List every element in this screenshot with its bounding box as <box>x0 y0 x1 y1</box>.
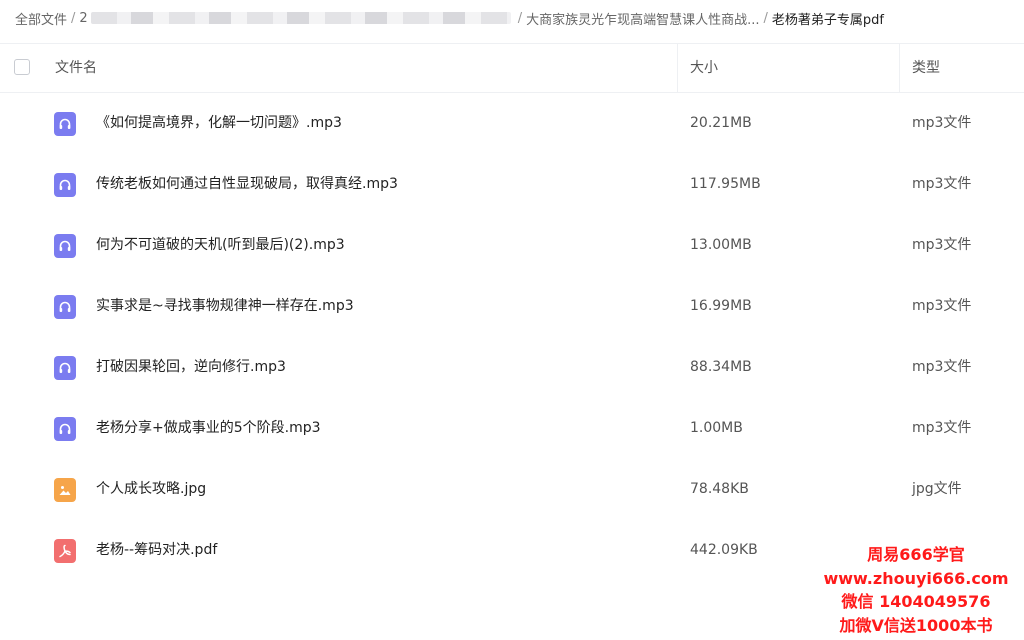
audio-file-icon <box>54 112 76 136</box>
file-type: mp3文件 <box>912 298 972 314</box>
image-file-icon <box>54 478 76 502</box>
audio-file-icon <box>54 173 76 197</box>
file-name[interactable]: 老杨分享+做成事业的5个阶段.mp3 <box>96 398 321 459</box>
file-table-header: 文件名 大小 类型 <box>0 43 1024 93</box>
file-row[interactable]: 传统老板如何通过自性显现破局，取得真经.mp3 117.95MB mp3文件 <box>0 154 1024 215</box>
file-name[interactable]: 何为不可道破的天机(听到最后)(2).mp3 <box>96 215 345 276</box>
file-row[interactable]: 老杨分享+做成事业的5个阶段.mp3 1.00MB mp3文件 <box>0 398 1024 459</box>
file-type: jpg文件 <box>912 481 962 497</box>
audio-file-icon <box>54 417 76 441</box>
breadcrumb-separator: / <box>517 10 523 26</box>
breadcrumb-redacted-segment <box>90 12 511 24</box>
watermark-line: 周易666学官 <box>867 545 965 564</box>
file-name[interactable]: 老杨--筹码对决.pdf <box>96 520 217 581</box>
file-browser: 全部文件 / 2 / 大商家族灵光乍现高端智慧课人性商战... / 老杨著弟子专… <box>0 0 1024 640</box>
breadcrumb-current-folder: 老杨著弟子专属pdf <box>771 12 884 28</box>
audio-file-icon <box>54 356 76 380</box>
file-row[interactable]: 何为不可道破的天机(听到最后)(2).mp3 13.00MB mp3文件 <box>0 215 1024 276</box>
file-name[interactable]: 实事求是~寻找事物规律神一样存在.mp3 <box>96 276 354 337</box>
breadcrumb-parent-folder[interactable]: 大商家族灵光乍现高端智慧课人性商战... <box>526 9 759 28</box>
file-name[interactable]: 传统老板如何通过自性显现破局，取得真经.mp3 <box>96 154 398 215</box>
file-size: 78.48KB <box>690 481 749 497</box>
file-size: 13.00MB <box>690 237 752 253</box>
file-name[interactable]: 个人成长攻略.jpg <box>96 459 206 520</box>
breadcrumb: 全部文件 / 2 / 大商家族灵光乍现高端智慧课人性商战... / 老杨著弟子专… <box>15 8 884 28</box>
file-row[interactable]: 个人成长攻略.jpg 78.48KB jpg文件 <box>0 459 1024 520</box>
breadcrumb-separator: / <box>71 10 76 26</box>
column-header-type[interactable]: 类型 <box>912 44 940 92</box>
file-type: mp3文件 <box>912 176 972 192</box>
file-row[interactable]: 打破因果轮回，逆向修行.mp3 88.34MB mp3文件 <box>0 337 1024 398</box>
file-list: 《如何提高境界，化解一切问题》.mp3 20.21MB mp3文件 传统老板如何… <box>0 93 1024 581</box>
file-row[interactable]: 实事求是~寻找事物规律神一样存在.mp3 16.99MB mp3文件 <box>0 276 1024 337</box>
file-type: mp3文件 <box>912 420 972 436</box>
watermark-line: 加微V信送1000本书 <box>839 615 993 635</box>
file-name[interactable]: 打破因果轮回，逆向修行.mp3 <box>96 337 286 398</box>
breadcrumb-root[interactable]: 全部文件 <box>15 9 67 28</box>
column-header-name[interactable]: 文件名 <box>55 44 97 92</box>
pdf-file-icon <box>54 539 76 563</box>
file-size: 1.00MB <box>690 420 743 436</box>
file-row[interactable]: 《如何提高境界，化解一切问题》.mp3 20.21MB mp3文件 <box>0 93 1024 154</box>
audio-file-icon <box>54 234 76 258</box>
file-type: mp3文件 <box>912 115 972 131</box>
column-divider[interactable] <box>899 44 900 92</box>
watermark-line: 微信 1404049576 <box>841 592 991 611</box>
file-size: 117.95MB <box>690 176 761 192</box>
file-size: 16.99MB <box>690 298 752 314</box>
file-size: 88.34MB <box>690 359 752 375</box>
breadcrumb-obscured-path[interactable]: 2 <box>79 11 87 26</box>
file-size: 20.21MB <box>690 115 752 131</box>
audio-file-icon <box>54 295 76 319</box>
breadcrumb-separator: / <box>763 10 768 26</box>
column-divider[interactable] <box>677 44 678 92</box>
watermark-line: www.zhouyi666.com <box>823 568 1009 588</box>
file-type: mp3文件 <box>912 359 972 375</box>
file-type: mp3文件 <box>912 237 972 253</box>
column-header-size[interactable]: 大小 <box>690 44 718 92</box>
file-name[interactable]: 《如何提高境界，化解一切问题》.mp3 <box>96 93 342 154</box>
watermark-overlay: 周易666学官 www.zhouyi666.com 微信 1404049576 … <box>816 543 1016 637</box>
file-size: 442.09KB <box>690 542 758 558</box>
select-all-checkbox[interactable] <box>14 59 30 75</box>
